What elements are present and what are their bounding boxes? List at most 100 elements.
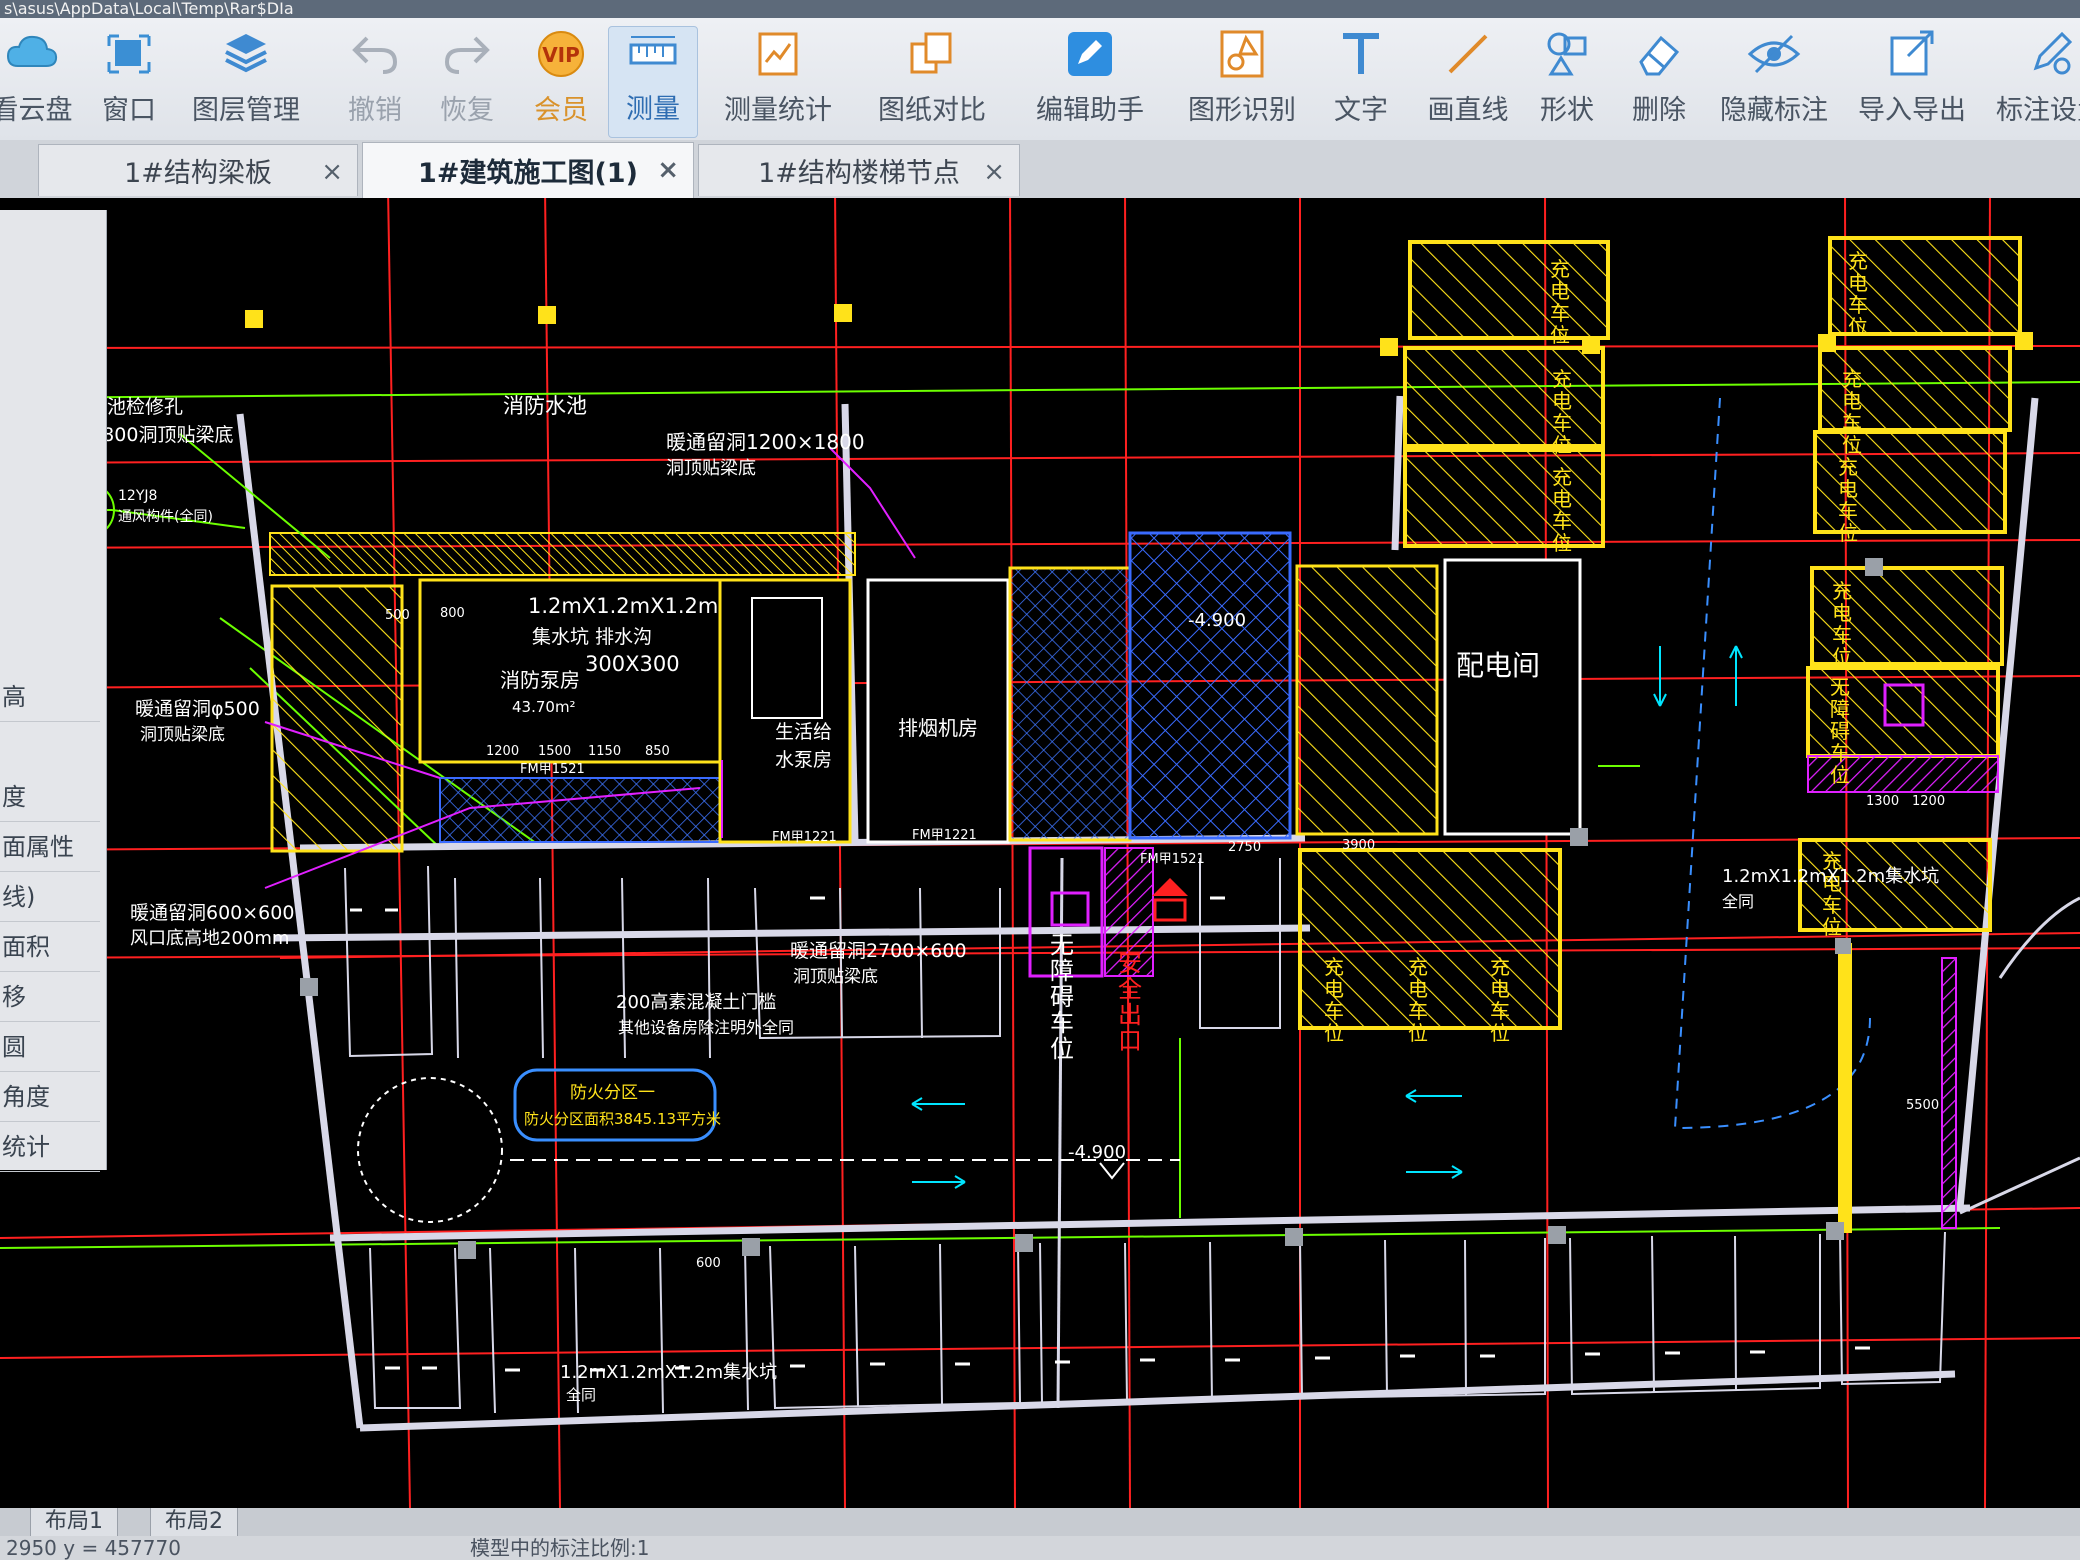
toolbar-hide-annotation-button[interactable]: 隐藏标注 <box>1714 28 1834 138</box>
annotation-hvac-hole-4-note: 洞顶贴梁底 <box>793 967 878 987</box>
label-door: FM甲1521 <box>520 762 585 777</box>
label-trench-size: 300X300 <box>585 652 680 676</box>
close-icon[interactable]: × <box>321 157 343 187</box>
annotation-vent-ref: 12YJ8 <box>118 488 158 504</box>
annotation-hvac-hole-3: 暖通留洞600×600 <box>130 902 295 924</box>
side-item-move[interactable]: 移 <box>0 972 100 1022</box>
toolbar-delete-button[interactable]: 删除 <box>1614 28 1704 138</box>
side-item-face-property[interactable]: 面属性 <box>0 822 100 872</box>
side-item-line[interactable]: 线) <box>0 872 100 922</box>
tab-structure-beam-slab[interactable]: 1#结构梁板 × <box>38 144 358 196</box>
label-door: FM甲1521 <box>1140 852 1205 867</box>
status-bar: 2950 y = 457770 模型中的标注比例:1 <box>0 1536 2080 1560</box>
eye-icon <box>1747 34 1801 74</box>
toolbar-annotation-settings-button[interactable]: 标注设置 <box>1990 28 2080 138</box>
compare-icon <box>910 32 952 74</box>
water-pump-room <box>718 578 852 844</box>
layout-tab-1[interactable]: 布局1 <box>30 1508 118 1537</box>
label-pump-area: 43.70m² <box>512 698 576 716</box>
properties-side-panel: 高 度 面属性 线) 面积 移 圆 角度 统计 <box>0 210 107 1172</box>
toolbar-line-button[interactable]: 画直线 <box>1418 28 1518 138</box>
label-water-pump-room: 生活给水泵房 <box>775 721 833 771</box>
toolbar-import-export-button[interactable]: 导入导出 <box>1852 28 1972 138</box>
annotation-settings-icon <box>2033 31 2073 75</box>
measure-stats-icon <box>758 32 798 76</box>
magenta-strip <box>1941 957 1957 1229</box>
hatched-area <box>270 584 404 853</box>
annotation-hvac-hole-1: 暖通留洞1200×1800 <box>666 430 865 454</box>
annotation-curb-note: 其他设备房除注明外全同 <box>618 1018 795 1037</box>
dimension: 1150 <box>588 744 622 759</box>
toolbar-label: 导入导出 <box>1858 95 1966 126</box>
dimension: 1300 <box>1866 794 1900 809</box>
toolbar-shape-recognition-button[interactable]: 图形识别 <box>1182 28 1302 138</box>
annotation-hvac-hole-2-note: 洞顶贴梁底 <box>140 725 225 745</box>
side-item-statistics[interactable]: 统计 <box>0 1122 100 1172</box>
annotation-pit-bottom-note: 全同 <box>566 1386 597 1404</box>
hatched-area <box>1295 564 1439 836</box>
hatch-band <box>269 532 856 576</box>
toolbar-label: 图形识别 <box>1188 95 1296 126</box>
toolbar-label: 文字 <box>1334 95 1388 126</box>
toolbar-label: 图层管理 <box>192 95 300 126</box>
toolbar-redo-button[interactable]: 恢复 <box>422 28 512 138</box>
label-fire-pool: 消防水池 <box>503 394 587 418</box>
toolbar-window-button[interactable]: 窗口 <box>84 28 174 138</box>
power-room <box>1443 558 1582 836</box>
shaft-area <box>1008 566 1132 842</box>
import-export-icon <box>1890 30 1934 76</box>
toolbar-cloud-button[interactable]: 看云盘 <box>0 28 82 138</box>
shape-icon <box>1547 32 1587 76</box>
annotation-pit-bottom: 1.2mX1.2mX1.2m集水坑 <box>560 1362 778 1383</box>
tab-structure-stair-node[interactable]: 1#结构楼梯节点 × <box>698 144 1020 196</box>
side-item-angle[interactable]: 角度 <box>0 1072 100 1122</box>
document-tab-bar: × 1#结构梁板 × 1#建筑施工图(1) × 1#结构楼梯节点 × <box>0 140 2080 325</box>
tab-label: 1#建筑施工图(1) <box>418 158 638 189</box>
elevation-marker <box>1099 1162 1125 1180</box>
side-item-area[interactable]: 面积 <box>0 922 100 972</box>
cross-hatch-area <box>439 777 721 843</box>
label-pit-trench: 集水坑 排水沟 <box>532 626 653 648</box>
dimension: 3900 <box>1342 838 1376 853</box>
layout-tab-bar: 布局1 布局2 <box>0 1508 2080 1537</box>
label-charging-space: 充电车位 <box>1552 465 1572 555</box>
tab-label: 1#结构楼梯节点 <box>758 158 960 189</box>
toolbar-measure-stats-button[interactable]: 测量统计 <box>718 28 838 138</box>
label-charging-space: 充电车位 <box>1832 579 1852 669</box>
toolbar-layers-button[interactable]: 图层管理 <box>186 28 306 138</box>
side-item-circle[interactable]: 圆 <box>0 1022 100 1072</box>
label-pit-size: 1.2mX1.2mX1.2m <box>528 594 719 618</box>
main-toolbar: 看云盘 窗口 图层管理 撤销 恢复 VIP 会员 测量 测量统计 图纸对比 编辑… <box>0 18 2080 141</box>
label-door: FM甲1221 <box>772 830 837 845</box>
eraser-icon <box>1639 35 1680 76</box>
close-icon[interactable]: × <box>983 157 1005 187</box>
accessible-symbol <box>1050 891 1090 927</box>
label-safety-exit: 安全出口 <box>1118 949 1142 1055</box>
toolbar-vip-button[interactable]: VIP 会员 <box>514 28 608 138</box>
close-icon[interactable]: × <box>657 155 679 185</box>
tab-architecture-construction[interactable]: 1#建筑施工图(1) × <box>362 142 694 198</box>
side-item-height[interactable]: 高 <box>0 672 100 722</box>
toolbar-compare-button[interactable]: 图纸对比 <box>872 28 992 138</box>
layout-tab-2[interactable]: 布局2 <box>150 1508 238 1537</box>
toolbar-shape-button[interactable]: 形状 <box>1522 28 1612 138</box>
toolbar-measure-button[interactable]: 测量 <box>608 26 698 138</box>
ruler-icon <box>629 36 677 65</box>
cloud-icon <box>6 35 58 67</box>
cross-hatch-area <box>1128 531 1292 840</box>
toolbar-label: 撤销 <box>348 95 402 126</box>
toolbar-undo-button[interactable]: 撤销 <box>330 28 420 138</box>
toolbar-label: 测量统计 <box>724 95 832 126</box>
side-item-degree[interactable]: 度 <box>0 772 100 822</box>
toolbar-edit-assistant-button[interactable]: 编辑助手 <box>1030 28 1150 138</box>
dimension: 5500 <box>1906 1098 1940 1113</box>
dimension: 850 <box>645 744 670 759</box>
annotation-hvac-hole-4: 暖通留洞2700×600 <box>790 940 967 962</box>
drawing-canvas[interactable]: 消防水池检修孔 800×800洞顶贴梁底 12YJ8 通风构件(全同) 94 消… <box>0 198 2080 1508</box>
toolbar-label: 会员 <box>534 95 588 126</box>
toolbar-text-button[interactable]: 文字 <box>1316 28 1406 138</box>
label-charging-space: 充电车位 <box>1552 367 1572 457</box>
annotation-hvac-hole-2: 暖通留洞φ500 <box>135 698 260 720</box>
label-power-room: 配电间 <box>1456 649 1541 682</box>
dimension: 500 <box>385 608 410 623</box>
